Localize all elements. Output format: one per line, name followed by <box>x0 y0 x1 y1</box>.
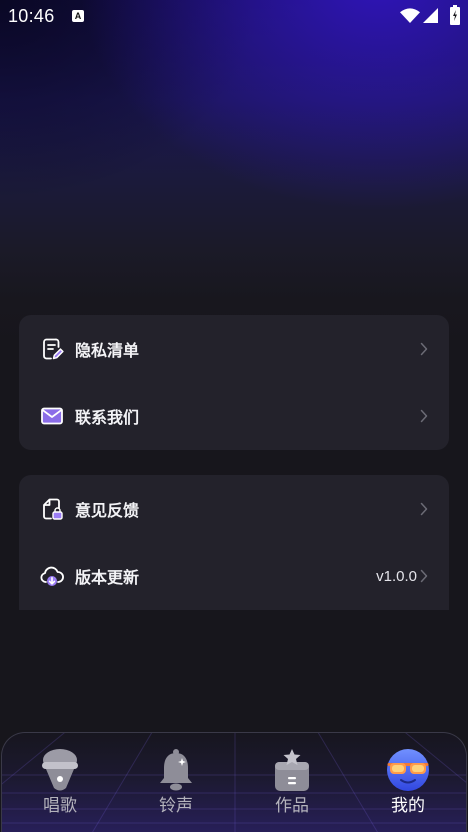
menu-item-label: 隐私清单 <box>75 342 140 360</box>
notification-a-icon: A <box>72 10 84 22</box>
wifi-icon <box>400 8 420 23</box>
tab-label: 唱歌 <box>43 796 77 815</box>
tab-list: 唱歌 铃声 作品 我的 <box>2 733 466 832</box>
mail-icon <box>39 404 65 428</box>
microphone-icon <box>38 748 82 792</box>
battery-charging-icon <box>450 5 460 25</box>
feedback-icon <box>39 497 65 521</box>
menu-item-privacy-list[interactable]: 隐私清单 <box>19 315 449 383</box>
chevron-right-icon <box>420 570 428 583</box>
version-value: v1.0.0 <box>376 567 417 585</box>
bell-icon <box>154 748 198 792</box>
works-box-icon <box>270 748 314 792</box>
tab-label: 铃声 <box>159 796 193 815</box>
menu-item-label: 版本更新 <box>75 570 140 588</box>
chevron-right-icon <box>420 410 428 423</box>
tab-label: 作品 <box>275 796 309 815</box>
tab-ringtone[interactable]: 铃声 <box>118 733 234 832</box>
signal-icon <box>423 8 438 23</box>
bottom-tab-bar: 唱歌 铃声 作品 我的 <box>1 732 467 832</box>
menu-item-label: 意见反馈 <box>75 502 140 520</box>
screen: 10:46 A 隐私清单 联系我们 意见反馈 版本更新 v1.0.0 唱歌 铃声… <box>0 0 468 832</box>
tab-works[interactable]: 作品 <box>234 733 350 832</box>
menu-group-secondary: 意见反馈 版本更新 v1.0.0 <box>19 475 449 610</box>
chevron-right-icon <box>420 342 428 355</box>
tab-sing[interactable]: 唱歌 <box>2 733 118 832</box>
status-time: 10:46 <box>8 6 55 26</box>
chevron-right-icon <box>420 502 428 515</box>
tab-mine[interactable]: 我的 <box>350 733 466 832</box>
status-bar: 10:46 A <box>0 0 468 32</box>
privacy-list-icon <box>39 337 65 361</box>
menu-item-contact-us[interactable]: 联系我们 <box>19 383 449 451</box>
profile-face-icon <box>386 748 430 792</box>
menu-item-version-update[interactable]: 版本更新 v1.0.0 <box>19 543 449 611</box>
menu-item-label: 联系我们 <box>75 410 140 428</box>
tab-label: 我的 <box>391 796 425 815</box>
menu-item-feedback[interactable]: 意见反馈 <box>19 475 449 543</box>
cloud-download-icon <box>39 564 65 588</box>
menu-group-primary: 隐私清单 联系我们 <box>19 315 449 450</box>
